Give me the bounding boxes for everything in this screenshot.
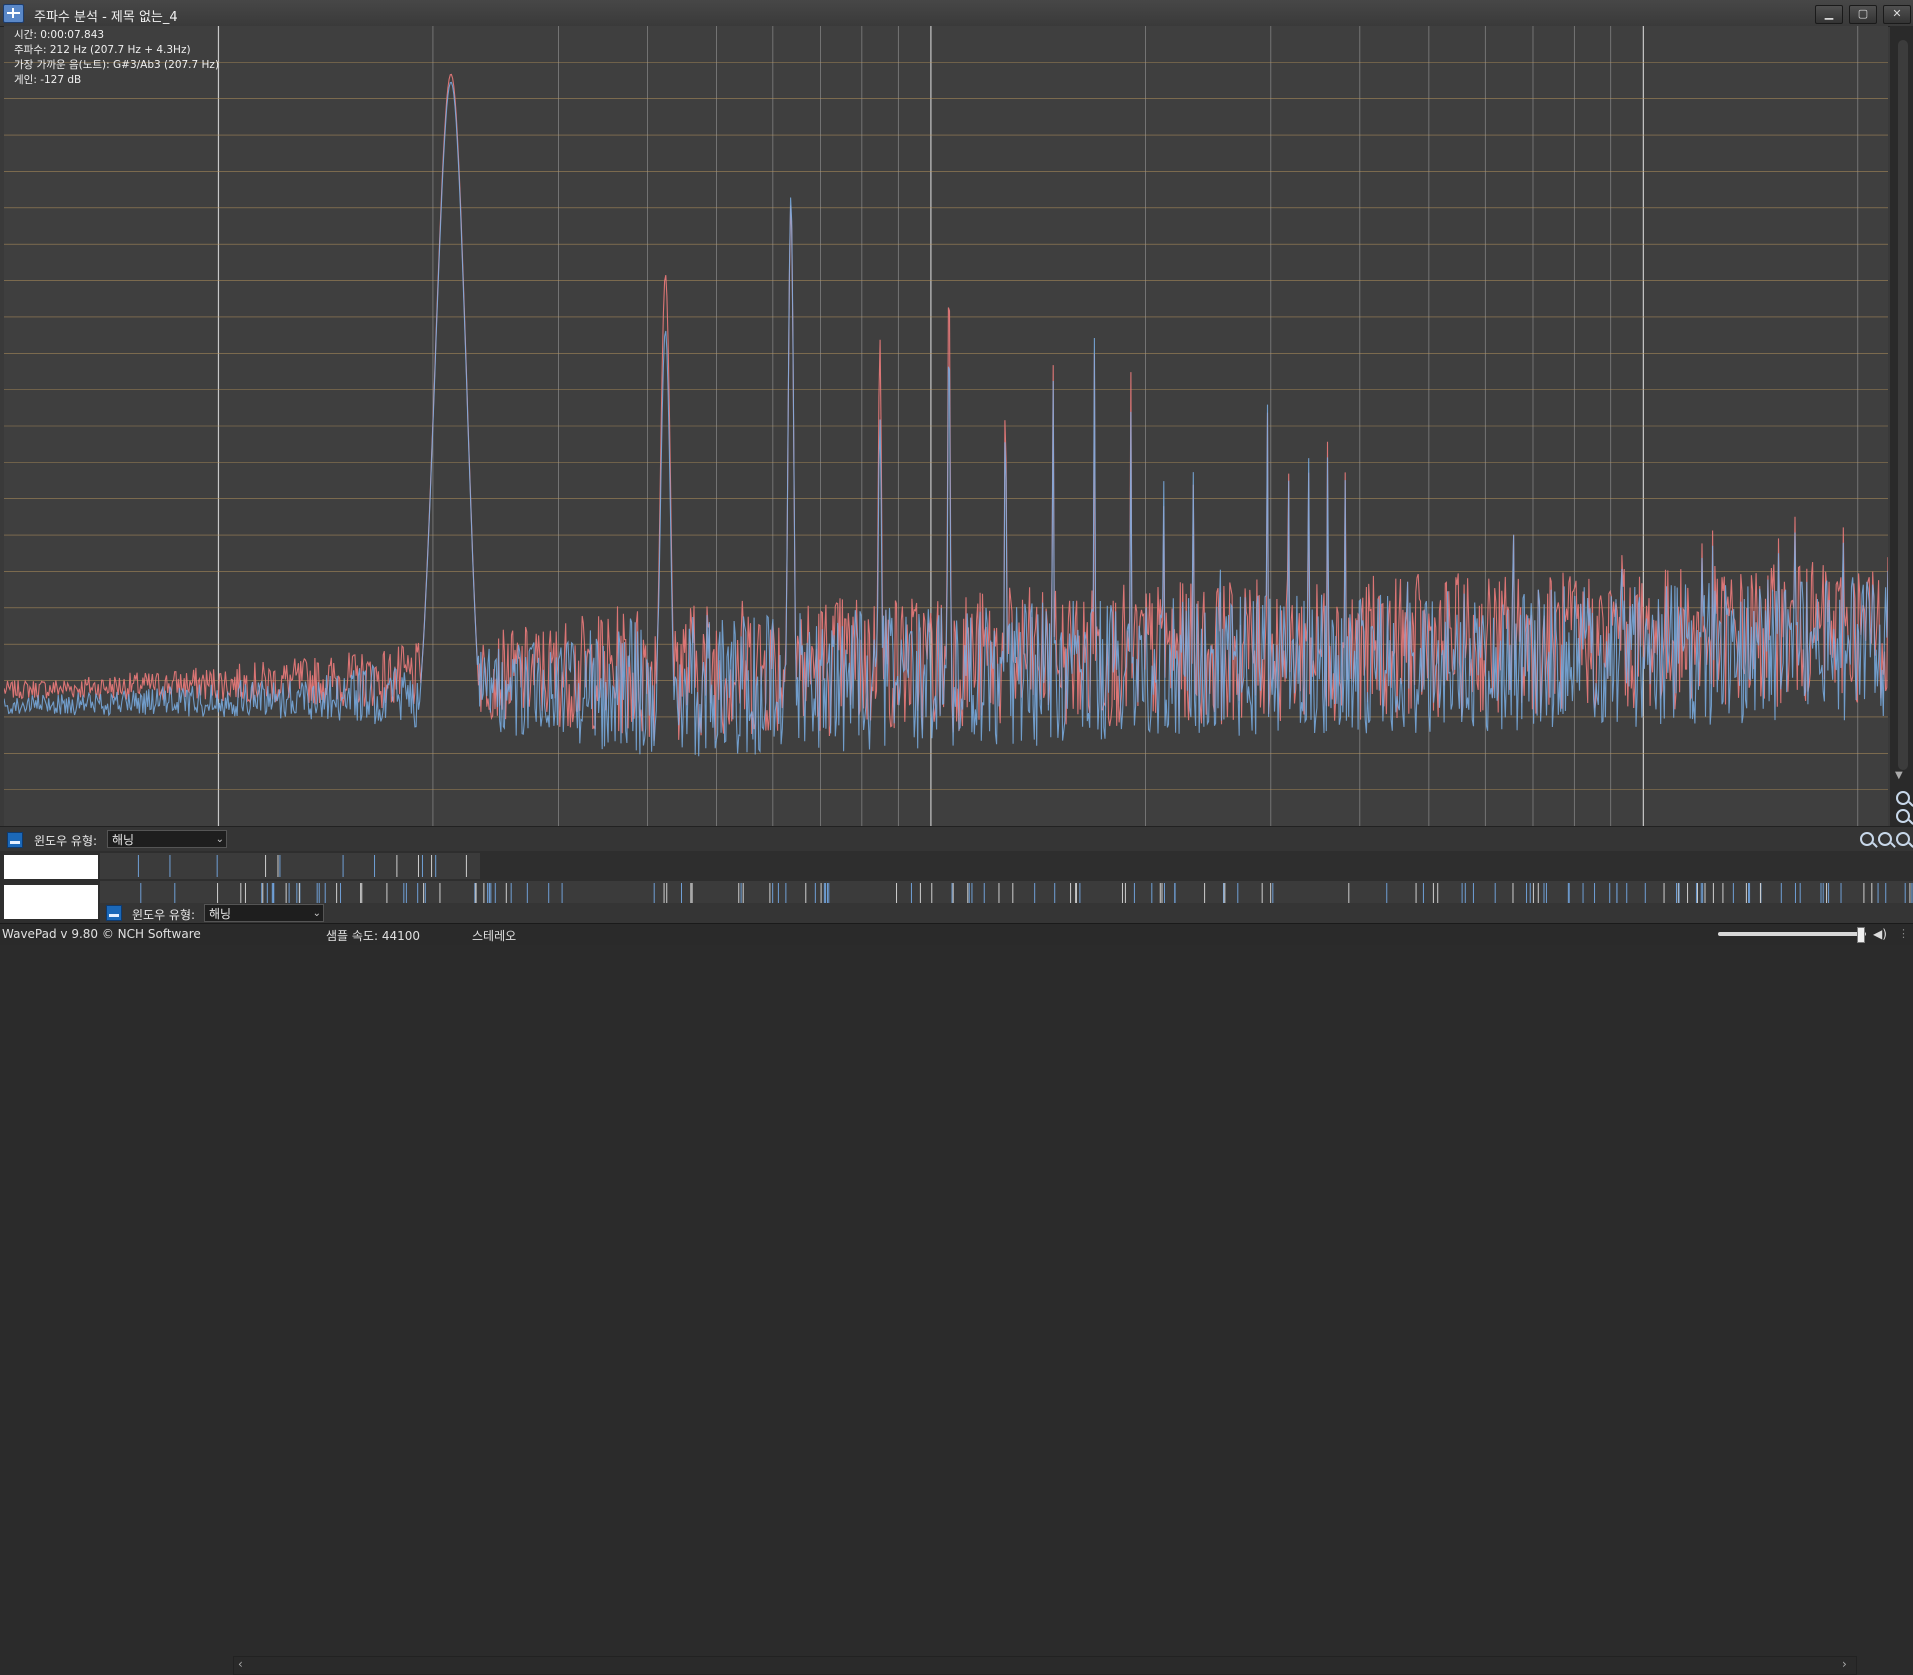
overview-spectrum-strip-bottom — [100, 881, 1913, 905]
mini-window-type-value: 해닝 — [209, 907, 232, 921]
vertical-scrollbar-thumb[interactable] — [1898, 40, 1908, 770]
nearest-note-readout: 가장 가까운 음(노트): G#3/Ab3 (207.7 Hz) — [14, 59, 220, 71]
zoom-out-icon[interactable] — [1878, 832, 1892, 846]
frequency-readout: 주파수: 212 Hz (207.7 Hz + 4.3Hz) — [14, 44, 191, 56]
scroll-left-arrow-icon[interactable]: ‹ — [238, 1657, 243, 1671]
chevron-down-icon[interactable]: ⌄ — [216, 831, 224, 849]
close-button[interactable]: ✕ — [1883, 5, 1911, 24]
zoom-in-vertical-icon[interactable] — [1896, 791, 1910, 805]
ov-row1-bg — [100, 853, 480, 879]
minimize-button[interactable]: ▁ — [1815, 5, 1843, 24]
version-text: WavePad v 9.80 © NCH Software — [2, 927, 201, 941]
gain-readout: 게인: -127 dB — [14, 74, 82, 86]
window-type-value: 해닝 — [112, 833, 135, 847]
title-bar[interactable]: 주파수 분석 - 제목 없는_4 ▁ ▢ ✕ — [0, 0, 1913, 27]
zoom-fit-icon[interactable] — [1896, 832, 1910, 846]
volume-slider-thumb[interactable] — [1857, 927, 1865, 943]
window-type-select[interactable]: 해닝 ⌄ — [107, 830, 227, 848]
save-mini-panel-icon[interactable] — [106, 905, 122, 921]
zoom-out-vertical-icon[interactable] — [1896, 809, 1910, 823]
ov-row2-bg — [100, 881, 1913, 905]
window-type-label: 윈도우 유형: — [34, 834, 98, 848]
overview-spectrum-strip-top — [100, 853, 480, 879]
sample-rate-text: 샘플 속도: 44100 — [326, 929, 421, 943]
zoom-in-icon[interactable] — [1860, 832, 1874, 846]
maximize-button[interactable]: ▢ — [1849, 5, 1877, 24]
mini-options-bar: 윈도우 유형: 해닝 ⌄ — [100, 903, 1913, 923]
frequency-analysis-window: 주파수 분석 - 제목 없는_4 ▁ ▢ ✕ 시간: 0:00:07.843 주… — [0, 0, 1913, 1675]
mini-window-type-select[interactable]: 해닝 ⌄ — [204, 904, 324, 922]
scroll-right-arrow-icon[interactable]: › — [1842, 1657, 1847, 1671]
speaker-icon[interactable]: ◀) — [1873, 927, 1887, 941]
analysis-options-bar: 윈도우 유형: 해닝 ⌄ ‹ › — [0, 826, 1913, 1675]
overview-thumbnail-top[interactable] — [4, 855, 98, 879]
time-readout: 시간: 0:00:07.843 — [14, 29, 105, 41]
overview-thumbnail-bottom[interactable] — [4, 885, 98, 919]
horizontal-gridlines — [4, 62, 1888, 790]
volume-slider-track[interactable] — [1718, 932, 1866, 936]
scroll-down-arrow-icon[interactable]: ▼ — [1895, 770, 1903, 781]
mini-chevron-down-icon[interactable]: ⌄ — [313, 905, 321, 923]
cursor-readout: 시간: 0:00:07.843 주파수: 212 Hz (207.7 Hz + … — [14, 28, 219, 88]
channels-text: 스테레오 — [472, 929, 517, 943]
wavepad-app-icon — [3, 4, 24, 23]
horizontal-scrollbar[interactable]: ‹ › — [233, 1656, 1857, 1675]
resize-gripper-icon[interactable]: ⋮⋮ — [1898, 927, 1913, 940]
mini-window-type-label: 윈도우 유형: — [132, 908, 196, 922]
frequency-spectrum-plot[interactable] — [4, 26, 1888, 826]
save-panel-icon[interactable] — [7, 832, 23, 848]
window-title: 주파수 분석 - 제목 없는_4 — [34, 10, 178, 25]
status-bar: WavePad v 9.80 © NCH Software 샘플 속도: 441… — [0, 923, 1913, 945]
